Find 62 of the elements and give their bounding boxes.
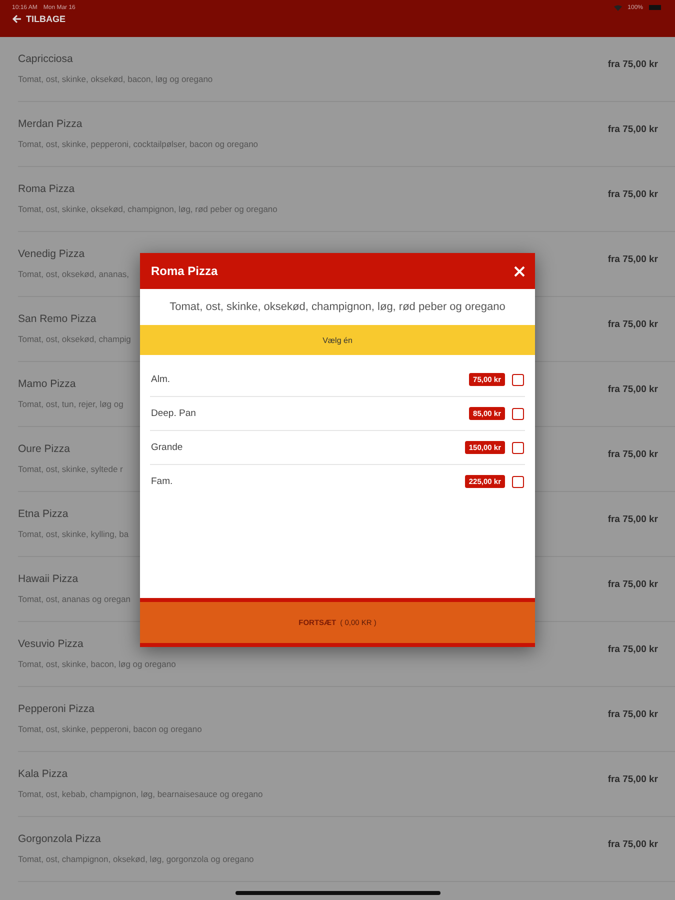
menu-item[interactable]: Kala Pizza Tomat, ost, kebab, champignon, løg, bearnaisesauce og oregano fra 75,00 kr	[18, 752, 675, 817]
wifi-icon	[614, 4, 622, 10]
item-price: fra 75,00 kr	[608, 709, 658, 722]
item-name: Venedig Pizza	[18, 248, 86, 260]
item-name: Vesuvio Pizza	[18, 638, 84, 650]
item-description: Tomat, ost, tun, rejer, løg og	[18, 399, 124, 409]
checkbox[interactable]	[512, 374, 524, 386]
item-description: Tomat, ost, skinke, bacon, løg og oregano	[18, 659, 176, 669]
item-price: fra 75,00 kr	[608, 514, 658, 527]
close-button[interactable]	[513, 264, 526, 278]
dialog-description: Tomat, ost, skinke, oksekød, champignon, løg, rød peber og oregano	[168, 300, 506, 315]
item-description: Tomat, ost, skinke, pepperoni, bacon og oregano	[18, 724, 202, 734]
item-description: Tomat, ost, champignon, oksekød, løg, gorgonzola og oregano	[18, 854, 254, 864]
item-description: Tomat, ost, skinke, pepperoni, cocktailpølser, bacon og oregano	[18, 139, 258, 149]
item-name: Merdan Pizza	[18, 118, 84, 130]
option-label: Grande	[151, 442, 183, 453]
item-price: fra 75,00 kr	[608, 319, 658, 332]
item-name: Gorgonzola Pizza	[18, 833, 102, 845]
item-name: Roma Pizza	[18, 183, 76, 195]
menu-item[interactable]: Capricciosa Tomat, ost, skinke, oksekød, bacon, løg og oregano fra 75,00 kr	[18, 37, 675, 102]
item-name: Pepperoni Pizza	[18, 703, 96, 715]
option-label: Fam.	[151, 476, 173, 487]
battery-icon	[649, 5, 661, 10]
item-name: Capricciosa	[18, 53, 74, 65]
item-price: fra 75,00 kr	[608, 839, 658, 852]
item-description: Tomat, ost, skinke, syltede r	[18, 464, 123, 474]
back-button[interactable]: TILBAGE	[12, 14, 66, 24]
menu-item[interactable]: Gorgonzola Pizza Tomat, ost, champignon, oksekød, løg, gorgonzola og oregano fra 75,00 kr	[18, 817, 675, 882]
back-arrow-icon	[12, 14, 22, 24]
item-description: Tomat, ost, ananas og oregan	[18, 594, 130, 604]
item-description: Tomat, ost, oksekød, ananas,	[18, 269, 130, 279]
dialog-title: Roma Pizza	[151, 264, 218, 278]
checkbox[interactable]	[512, 476, 524, 488]
menu-item[interactable]: Pepperoni Pizza Tomat, ost, skinke, pepperoni, bacon og oregano fra 75,00 kr	[18, 687, 675, 752]
item-description: Tomat, ost, kebab, champignon, løg, bearnaisesauce og oregano	[18, 789, 263, 799]
option-label: Deep. Pan	[151, 408, 196, 419]
item-name: San Remo Pizza	[18, 313, 98, 325]
item-price: fra 75,00 kr	[608, 189, 658, 202]
item-price: fra 75,00 kr	[608, 254, 658, 267]
item-description: Tomat, ost, skinke, oksekød, bacon, løg og oregano	[18, 74, 213, 84]
item-name: Hawaii Pizza	[18, 573, 80, 585]
item-name: Oure Pizza	[18, 443, 71, 455]
item-description: Tomat, ost, skinke, oksekød, champignon, løg, rød peber og oregano	[18, 204, 278, 214]
item-price: fra 75,00 kr	[608, 449, 658, 462]
option-label: Alm.	[151, 374, 170, 385]
menu-item[interactable]: Merdan Pizza Tomat, ost, skinke, pepperoni, cocktailpølser, bacon og oregano fra 75,00 kr	[18, 102, 675, 167]
item-description: Tomat, ost, skinke, kylling, ba	[18, 529, 129, 539]
item-price: fra 75,00 kr	[608, 59, 658, 72]
item-name: Mamo Pizza	[18, 378, 77, 390]
item-price: fra 75,00 kr	[608, 579, 658, 592]
item-price: fra 75,00 kr	[608, 384, 658, 397]
close-icon	[513, 264, 526, 278]
item-price: fra 75,00 kr	[608, 774, 658, 787]
item-name: Kala Pizza	[18, 768, 69, 780]
item-description: Tomat, ost, oksekød, champig	[18, 334, 131, 344]
item-name: Etna Pizza	[18, 508, 70, 520]
menu-item[interactable]: Roma Pizza Tomat, ost, skinke, oksekød, champignon, løg, rød peber og oregano fra 75,00 kr	[18, 167, 675, 232]
choose-one-label: Vælg én	[322, 336, 352, 344]
checkbox[interactable]	[512, 442, 524, 454]
item-price: fra 75,00 kr	[608, 124, 658, 137]
checkbox[interactable]	[512, 408, 524, 420]
item-price: fra 75,00 kr	[608, 644, 658, 657]
